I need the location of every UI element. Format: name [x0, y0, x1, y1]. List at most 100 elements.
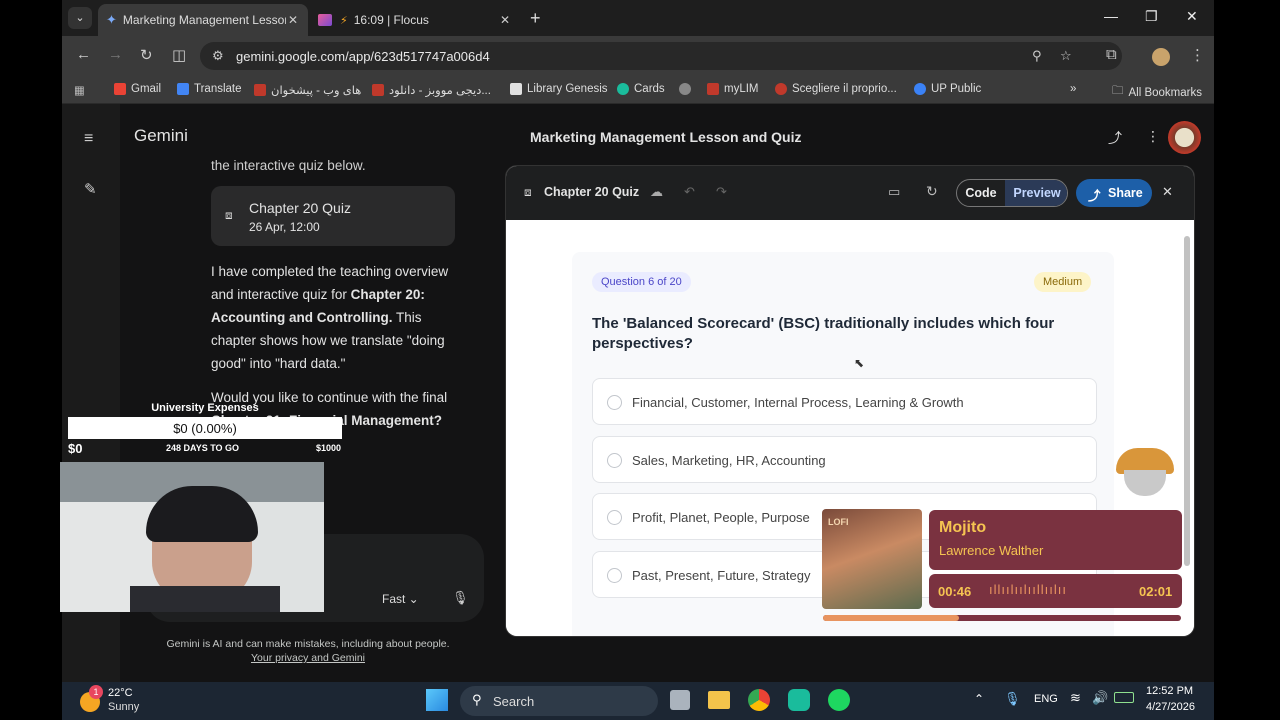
- mouse-cursor-icon: ⬉: [854, 356, 865, 370]
- quiz-chip-date: 26 Apr, 12:00: [249, 220, 320, 234]
- song-progress-track[interactable]: [823, 615, 1181, 621]
- webcam-feed: [60, 462, 324, 612]
- apps-grid-icon[interactable]: ▦: [74, 83, 85, 97]
- all-bookmarks-folder[interactable]: 🗀 All Bookmarks: [1112, 83, 1202, 102]
- bookmark-label: Scegliere il proprio...: [792, 83, 897, 95]
- bookmark-label: Translate: [194, 83, 242, 95]
- undo-icon[interactable]: ↶: [684, 184, 695, 200]
- extensions-icon[interactable]: ⧉: [1106, 46, 1117, 63]
- bookmark-mylim[interactable]: myLIM: [707, 83, 759, 95]
- canvas-scrollbar[interactable]: [1184, 236, 1190, 566]
- restore-button[interactable]: ❐: [1145, 8, 1158, 25]
- search-icon: ⚲: [472, 692, 482, 707]
- tab-search-dropdown[interactable]: ⌄: [68, 7, 92, 29]
- bookmark-label: Gmail: [131, 83, 162, 95]
- console-icon[interactable]: ▭: [888, 184, 900, 200]
- playback-bar[interactable]: 00:46 ıllıılıılııllıılıı 02:01: [929, 574, 1182, 608]
- redo-icon[interactable]: ↷: [716, 184, 727, 200]
- basket-decoration: [1112, 444, 1178, 498]
- share-conversation-icon[interactable]: ⤴: [1108, 128, 1122, 148]
- cloud-sync-icon[interactable]: ☁: [650, 184, 663, 200]
- back-arrow-icon[interactable]: ←: [76, 46, 91, 63]
- refresh-icon[interactable]: ↻: [926, 183, 938, 200]
- bookmark-translate[interactable]: Translate: [177, 83, 242, 95]
- answer-option-1[interactable]: Financial, Customer, Internal Process, L…: [592, 378, 1097, 425]
- question-text: The 'Balanced Scorecard' (BSC) tradition…: [592, 315, 1055, 352]
- tab-close-icon[interactable]: ✕: [498, 13, 512, 27]
- browser-toolbar: ← → ↻ ◫ ⚙ gemini.google.com/app/623d5177…: [62, 36, 1214, 76]
- address-bar[interactable]: ⚙ gemini.google.com/app/623d517747a006d4…: [200, 42, 1122, 70]
- weather-temp: 22°C: [108, 687, 133, 699]
- expenses-title: University Expenses: [151, 402, 259, 414]
- browser-menu-icon[interactable]: ⋮: [1190, 46, 1205, 64]
- conversation-title[interactable]: Marketing Management Lesson and Quiz: [530, 129, 802, 145]
- weather-widget[interactable]: 1 22°C Sunny: [76, 684, 176, 718]
- spotify-icon[interactable]: [828, 689, 850, 711]
- privacy-link[interactable]: Your privacy and Gemini: [120, 652, 496, 664]
- new-chat-icon[interactable]: ✎: [84, 180, 97, 198]
- preview-tab[interactable]: Preview: [1005, 180, 1067, 206]
- forward-arrow-icon[interactable]: →: [108, 46, 123, 63]
- bookmark-favicon-icon: [775, 83, 787, 95]
- close-canvas-icon[interactable]: ✕: [1162, 184, 1173, 200]
- user-avatar[interactable]: [1168, 121, 1201, 154]
- site-info-icon[interactable]: ⚙: [212, 48, 224, 64]
- task-view-icon[interactable]: [670, 690, 690, 710]
- quiz-chip[interactable]: ⧈ Chapter 20 Quiz 26 Apr, 12:00: [211, 186, 455, 246]
- mic-tray-icon[interactable]: 🎙: [1004, 691, 1021, 707]
- gemini-logo-text[interactable]: Gemini: [134, 126, 188, 146]
- bookmark-up-public[interactable]: UP Public: [914, 83, 981, 95]
- expenses-bar: $0 (0.00%): [68, 417, 342, 439]
- close-window-button[interactable]: ✕: [1186, 8, 1198, 25]
- flocus-favicon-icon: [318, 14, 332, 26]
- tab-close-icon[interactable]: ✕: [286, 13, 300, 27]
- bookmark-library-genesis[interactable]: Library Genesis: [510, 83, 608, 95]
- up-public-icon: [914, 83, 926, 95]
- bookmark-gmail[interactable]: Gmail: [114, 83, 161, 95]
- model-selector[interactable]: Fast ⌄: [382, 592, 419, 606]
- minimize-button[interactable]: —: [1104, 8, 1118, 24]
- new-tab-button[interactable]: +: [530, 8, 541, 29]
- clock-date[interactable]: 4/27/2026: [1146, 701, 1195, 713]
- expenses-days: 248 DAYS TO GO: [166, 443, 240, 453]
- profile-avatar[interactable]: [1152, 48, 1170, 66]
- tray-chevron-icon[interactable]: ⌃: [974, 692, 984, 706]
- chrome-icon[interactable]: [748, 689, 770, 711]
- bookmark-favicon-icon: [372, 84, 384, 96]
- language-indicator[interactable]: ENG: [1034, 693, 1058, 705]
- share-button[interactable]: ⤴ Share: [1076, 179, 1152, 207]
- song-title: Mojito: [939, 519, 987, 536]
- code-tab[interactable]: Code: [957, 180, 1005, 206]
- wifi-icon[interactable]: ≋: [1070, 690, 1081, 706]
- translate-icon: [177, 83, 189, 95]
- tab-flocus[interactable]: ⚡ 16:09 | Flocus ✕: [310, 4, 520, 36]
- tab-strip: ⌄ ✦ Marketing Management Lesson ✕ ⚡ 16:0…: [62, 0, 1214, 36]
- bookmark-cards[interactable]: Cards: [617, 83, 665, 95]
- split-view-icon[interactable]: ◫: [172, 46, 186, 64]
- microphone-icon[interactable]: 🎙: [452, 590, 469, 606]
- volume-icon[interactable]: 🔊: [1092, 690, 1108, 706]
- clock-time[interactable]: 12:52 PM: [1146, 685, 1193, 697]
- tab-gemini[interactable]: ✦ Marketing Management Lesson ✕: [98, 4, 308, 36]
- battery-icon[interactable]: [1114, 692, 1134, 703]
- bookmark-persian-web[interactable]: های وب - پیشخوان: [254, 83, 361, 97]
- bookmark-label: های وب - پیشخوان: [271, 85, 362, 97]
- gmail-icon: [114, 83, 126, 95]
- discord-icon[interactable]: [788, 689, 810, 711]
- zoom-icon[interactable]: ⚲: [1032, 48, 1042, 64]
- menu-hamburger-icon[interactable]: ≡: [84, 130, 93, 148]
- more-bookmarks-icon[interactable]: »: [1070, 83, 1076, 95]
- url-text: gemini.google.com/app/623d517747a006d4: [236, 49, 490, 64]
- reload-icon[interactable]: ↻: [140, 46, 153, 64]
- code-doc-icon: ⧈: [524, 185, 532, 199]
- taskbar-search[interactable]: ⚲ Search: [460, 686, 658, 716]
- bookmark-scegliere[interactable]: Scegliere il proprio...: [775, 83, 897, 95]
- bookmark-globe[interactable]: [679, 83, 696, 95]
- bookmark-digimoviez[interactable]: دیجی مووبز - دانلود...: [372, 83, 491, 97]
- more-options-icon[interactable]: ⋮: [1146, 128, 1160, 145]
- bookmark-star-icon[interactable]: ☆: [1060, 48, 1072, 64]
- file-explorer-icon[interactable]: [708, 691, 730, 709]
- option-label: Past, Present, Future, Strategy: [632, 568, 811, 583]
- answer-option-2[interactable]: Sales, Marketing, HR, Accounting: [592, 436, 1097, 483]
- windows-start-icon[interactable]: [426, 689, 448, 711]
